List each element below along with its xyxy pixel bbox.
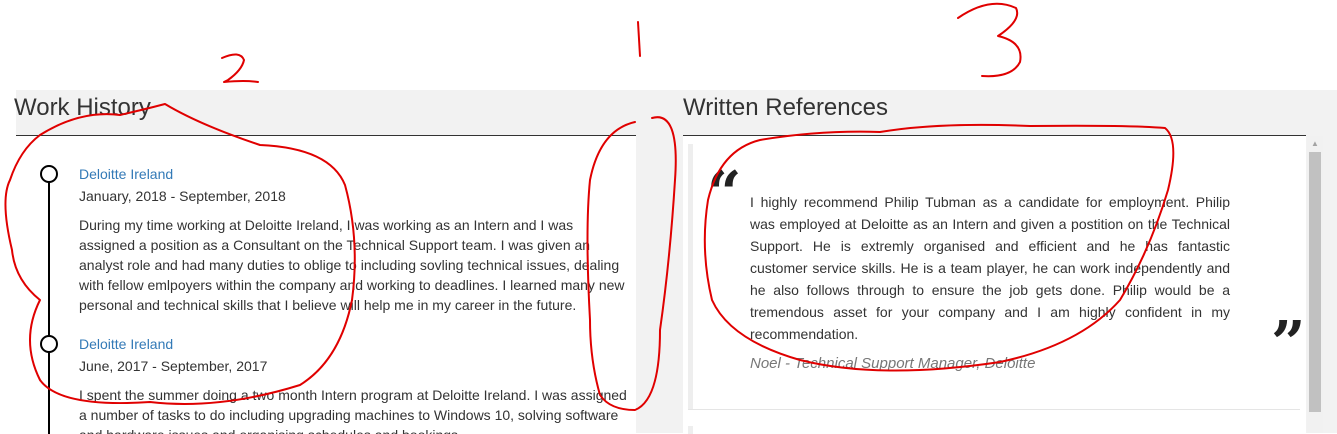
close-quote-icon: ”: [1271, 309, 1306, 379]
references-scrollbar[interactable]: ▲: [1307, 136, 1323, 433]
written-references-title: Written References: [683, 94, 888, 121]
job-entry: Deloitte Ireland June, 2017 - September,…: [79, 335, 629, 434]
scroll-up-arrow-icon[interactable]: ▲: [1307, 138, 1323, 150]
timeline-line: [48, 174, 50, 434]
work-history-title: Work History: [14, 94, 151, 121]
reference-quote: “ I highly recommend Philip Tubman as a …: [688, 144, 1306, 409]
job-dates: June, 2017 - September, 2017: [79, 358, 268, 374]
timeline-dot-icon: [40, 335, 58, 353]
job-description: I spent the summer doing a two month Int…: [79, 387, 627, 434]
job-entry: Deloitte Ireland January, 2018 - Septemb…: [79, 165, 629, 315]
job-company-link[interactable]: Deloitte Ireland: [79, 335, 629, 353]
job-company-link[interactable]: Deloitte Ireland: [79, 165, 629, 183]
reference-text: I highly recommend Philip Tubman as a ca…: [750, 194, 1230, 342]
scrollbar-thumb[interactable]: [1309, 152, 1321, 412]
open-quote-icon: “: [707, 159, 742, 229]
annotation-number-3: [957, 2, 1022, 78]
annotation-number-2: [221, 53, 259, 83]
job-description: During my time working at Deloitte Irela…: [79, 217, 625, 313]
annotation-number-1: [637, 21, 641, 57]
reference-divider: [688, 409, 1300, 410]
job-dates: January, 2018 - September, 2018: [79, 188, 286, 204]
timeline-dot-icon: [40, 165, 58, 183]
written-references-panel[interactable]: “ I highly recommend Philip Tubman as a …: [683, 135, 1306, 434]
reference-author: Noel - Technical Support Manager, Deloit…: [750, 355, 1036, 372]
work-history-panel[interactable]: Deloitte Ireland January, 2018 - Septemb…: [16, 135, 636, 434]
